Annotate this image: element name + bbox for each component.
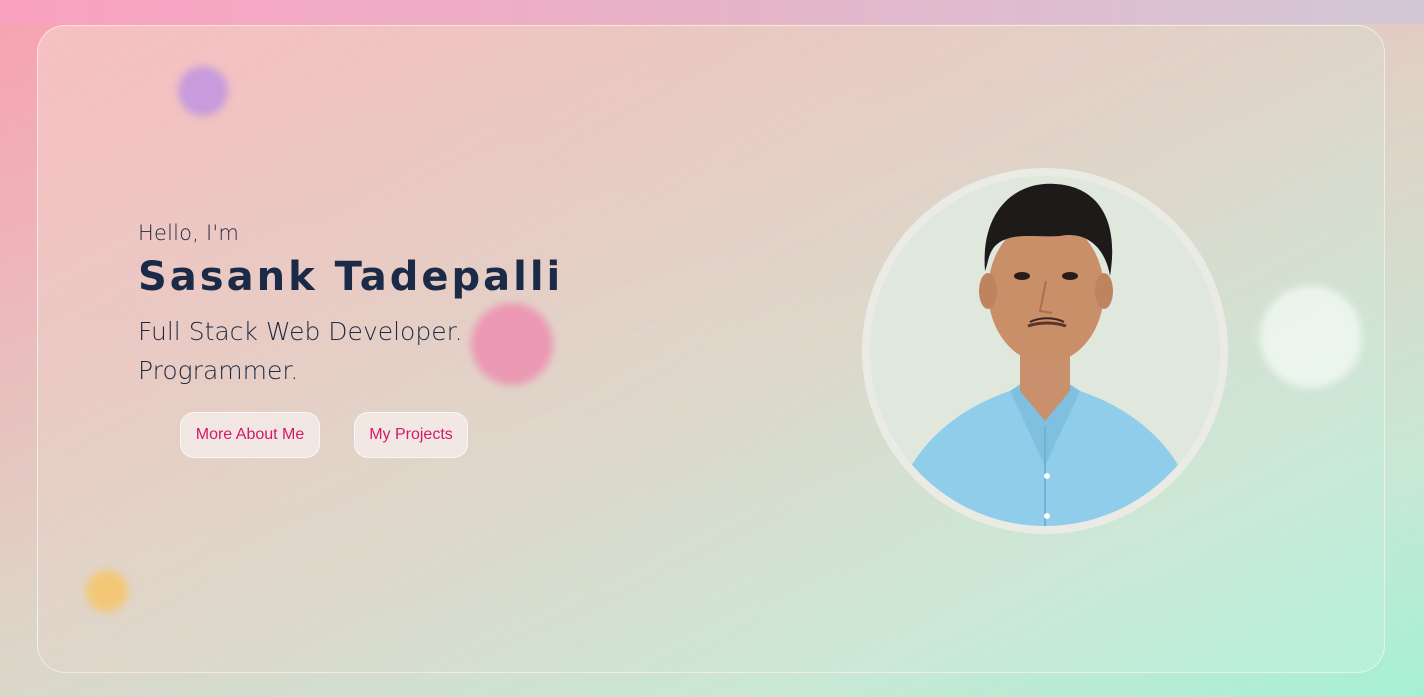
hero-card: Hello, I'm Sasank Tadepalli Full Stack W… [37, 25, 1385, 673]
role-line-2: Programmer. [138, 356, 299, 385]
hero-greeting: Hello, I'm [138, 221, 240, 245]
profile-photo-frame [862, 168, 1228, 534]
my-projects-button[interactable]: My Projects [354, 412, 468, 458]
profile-photo [870, 176, 1220, 526]
decorative-blob-white [1260, 286, 1362, 388]
decorative-blob-pink [471, 303, 553, 385]
role-line-1: Full Stack Web Developer. [138, 317, 463, 346]
hero-role: Full Stack Web Developer. Programmer. [138, 312, 463, 390]
more-about-me-button[interactable]: More About Me [180, 412, 320, 458]
decorative-blob-purple [178, 66, 228, 116]
top-gradient-bar [0, 0, 1424, 24]
profile-photo-icon [870, 176, 1220, 526]
hero-name: Sasank Tadepalli [138, 254, 564, 300]
decorative-blob-yellow [86, 570, 128, 612]
